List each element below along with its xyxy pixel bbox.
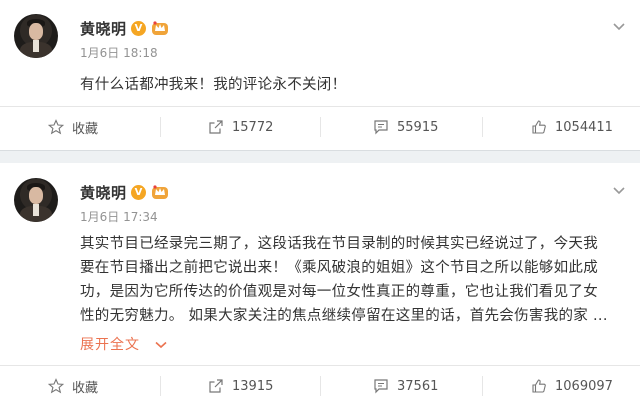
- post-text-line: 功，是因为它所传达的价值观是对每一位女性真正的尊重，它也让我们看见了女: [80, 284, 598, 300]
- repost-count: 15772: [232, 119, 274, 135]
- like-count: 1054411: [555, 119, 613, 135]
- weibo-post: 黄晓明 V 1月6日 18:18 有什么话都冲我来！我的评论永不关闭！ 收藏 1…: [0, 0, 640, 150]
- thumbs-up-icon: [532, 379, 546, 393]
- favorite-label: 收藏: [72, 380, 99, 396]
- chevron-down-icon[interactable]: [612, 22, 626, 32]
- repost-icon: [209, 120, 223, 134]
- favorite-button[interactable]: 收藏: [48, 366, 98, 406]
- repost-count: 13915: [232, 378, 274, 394]
- like-button[interactable]: 1069097: [531, 366, 613, 406]
- thumbs-up-icon: [532, 120, 546, 134]
- like-count: 1069097: [555, 378, 613, 394]
- post-text-line: 有什么话都冲我来！我的评论永不关闭！: [80, 77, 347, 93]
- star-icon: [48, 378, 64, 394]
- repost-button[interactable]: 15772: [208, 107, 273, 147]
- comment-count: 55915: [397, 119, 439, 135]
- author-name[interactable]: 黄晓明: [80, 18, 127, 39]
- expand-label: 展开全文: [80, 337, 140, 353]
- comment-count: 37561: [397, 378, 439, 394]
- post-text-line: 要在节目播出之前把它说出来！《乘风破浪的姐姐》这个节目之所以能够如此成: [80, 260, 598, 276]
- post-time[interactable]: 1月6日 18:18: [80, 44, 158, 61]
- divider: [160, 117, 161, 137]
- comment-icon: [374, 120, 388, 135]
- chevron-down-icon[interactable]: [612, 186, 626, 196]
- repost-icon: [209, 379, 223, 393]
- star-icon: [48, 119, 64, 135]
- action-bar: 收藏 15772 55915 1054411: [0, 106, 640, 147]
- comment-button[interactable]: 55915: [373, 107, 438, 147]
- divider: [320, 117, 321, 137]
- divider: [482, 117, 483, 137]
- post-text: 有什么话都冲我来！我的评论永不关闭！: [80, 73, 628, 97]
- avatar[interactable]: [14, 178, 58, 222]
- crown-icon: [152, 185, 168, 199]
- post-time[interactable]: 1月6日 17:34: [80, 208, 158, 225]
- verified-badge-icon: V: [131, 21, 146, 36]
- weibo-post: 黄晓明 V 1月6日 17:34 其实节目已经录完三期了，这段话我在节目录制的时…: [0, 163, 640, 400]
- avatar[interactable]: [14, 14, 58, 58]
- comment-icon: [374, 379, 388, 394]
- post-text-line: 性的无穷魅力。 如果大家关注的焦点继续停留在这里的话，首先会伤害我的家 ...: [80, 308, 608, 324]
- post-text: 其实节目已经录完三期了，这段话我在节目录制的时候其实已经说过了，今天我 要在节目…: [80, 232, 628, 328]
- repost-button[interactable]: 13915: [208, 366, 273, 406]
- favorite-button[interactable]: 收藏: [48, 107, 98, 147]
- expand-full-text-link[interactable]: 展开全文: [80, 334, 167, 354]
- author-name[interactable]: 黄晓明: [80, 182, 127, 203]
- post-text-line: 其实节目已经录完三期了，这段话我在节目录制的时候其实已经说过了，今天我: [80, 236, 598, 252]
- verified-badge-icon: V: [131, 185, 146, 200]
- favorite-label: 收藏: [72, 121, 99, 137]
- divider: [320, 376, 321, 396]
- crown-icon: [152, 21, 168, 35]
- comment-button[interactable]: 37561: [373, 366, 438, 406]
- like-button[interactable]: 1054411: [531, 107, 613, 147]
- divider: [160, 376, 161, 396]
- post-separator: [0, 150, 640, 164]
- divider: [482, 376, 483, 396]
- chevron-down-icon: [155, 341, 167, 349]
